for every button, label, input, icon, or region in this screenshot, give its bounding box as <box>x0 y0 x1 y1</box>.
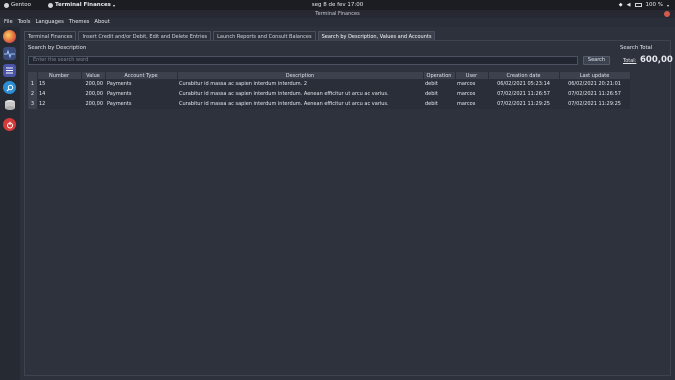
row-index: 2 <box>28 89 37 99</box>
main-area: Terminal Finances Insert Credit and/or D… <box>20 27 675 380</box>
column-header-operation[interactable]: Operation <box>423 72 456 79</box>
cell-last-update: 06/02/2021 20:21:01 <box>559 79 630 89</box>
table-row[interactable]: 3 12 200,00 Payments Curabitur id massa … <box>28 99 630 109</box>
tab-bar: Terminal Finances Insert Credit and/or D… <box>24 31 436 40</box>
left-dock <box>0 27 20 380</box>
cell-account-type: Payments <box>105 79 177 89</box>
cell-value: 200,00 <box>81 89 105 99</box>
chevron-down-icon: ▾ <box>666 2 669 8</box>
gentoo-logo-icon <box>4 2 9 8</box>
cell-description: Curabitur id massa ac sapien interdum in… <box>177 79 423 89</box>
cell-number: 12 <box>37 99 81 109</box>
power-icon[interactable] <box>3 118 16 131</box>
app-icon <box>48 2 53 8</box>
cell-user: marcos <box>455 79 488 89</box>
cell-last-update: 07/02/2021 11:26:57 <box>559 89 630 99</box>
total-label: Total: <box>623 58 637 64</box>
row-index: 3 <box>28 99 37 109</box>
row-number-header <box>28 72 38 79</box>
network-icon: ◆ <box>618 2 623 8</box>
window-titlebar: Terminal Finances <box>0 10 675 18</box>
column-header-user[interactable]: User <box>455 72 489 79</box>
search-total-title: Search Total <box>620 45 653 51</box>
column-header-number[interactable]: Number <box>37 72 82 79</box>
column-header-last-update[interactable]: Last update <box>559 72 631 79</box>
volume-icon: ◀ <box>626 2 631 8</box>
cell-user: marcos <box>455 89 488 99</box>
system-top-bar: Gentoo Terminal Finances ▾ seg 8 de fev … <box>0 0 675 10</box>
total-value: 600,00 <box>640 55 673 65</box>
menu-tools[interactable]: Tools <box>18 18 31 27</box>
cell-creation-date: 07/02/2021 11:29:25 <box>488 99 559 109</box>
cell-value: 200,00 <box>81 99 105 109</box>
cell-value: 200,00 <box>81 79 105 89</box>
row-index: 1 <box>28 79 37 89</box>
cell-last-update: 07/02/2021 11:29:25 <box>559 99 630 109</box>
table-row[interactable]: 2 14 200,00 Payments Curabitur id massa … <box>28 89 630 99</box>
cell-number: 15 <box>37 79 81 89</box>
menu-languages[interactable]: Languages <box>35 18 63 27</box>
tab-terminal-finances[interactable]: Terminal Finances <box>24 31 77 40</box>
battery-level: 100 % <box>645 2 663 8</box>
battery-icon <box>634 3 642 7</box>
cell-operation: debit <box>423 79 455 89</box>
activities-button[interactable]: Gentoo <box>4 2 31 8</box>
column-header-description[interactable]: Description <box>177 72 424 79</box>
menu-about[interactable]: About <box>94 18 109 27</box>
column-header-value[interactable]: Value <box>81 72 106 79</box>
cell-account-type: Payments <box>105 99 177 109</box>
transactions-icon[interactable] <box>3 47 16 60</box>
menu-file[interactable]: File <box>4 18 13 27</box>
column-header-creation-date[interactable]: Creation date <box>488 72 560 79</box>
cell-creation-date: 06/02/2021 05:23:14 <box>488 79 559 89</box>
tab-insert-entries[interactable]: Insert Credit and/or Debit, Edit and Del… <box>78 31 212 40</box>
activities-label: Gentoo <box>11 2 32 8</box>
menu-bar: File Tools Languages Themes About <box>0 18 675 27</box>
tab-search[interactable]: Search by Description, Values and Accoun… <box>317 31 436 40</box>
column-header-account-type[interactable]: Account Type <box>105 72 178 79</box>
cell-user: marcos <box>455 99 488 109</box>
finances-app-icon[interactable] <box>3 30 16 43</box>
cell-number: 14 <box>37 89 81 99</box>
cell-description: Curabitur id massa ac sapien interdum in… <box>177 99 423 109</box>
search-icon[interactable] <box>3 81 16 94</box>
table-header: Number Value Account Type Description Op… <box>28 72 631 79</box>
cell-description: Curabitur id massa ac sapien interdum in… <box>177 89 423 99</box>
results-table: Number Value Account Type Description Op… <box>28 72 631 109</box>
search-button[interactable]: Search <box>583 56 610 65</box>
menu-themes[interactable]: Themes <box>69 18 90 27</box>
search-label: Search by Description <box>28 45 87 51</box>
database-icon[interactable] <box>3 98 16 111</box>
app-menu[interactable]: Terminal Finances ▾ <box>48 2 115 8</box>
cell-account-type: Payments <box>105 89 177 99</box>
tab-reports-balances[interactable]: Launch Reports and Consult Balances <box>213 31 316 40</box>
cell-creation-date: 07/02/2021 11:26:57 <box>488 89 559 99</box>
system-tray[interactable]: ◆ ◀ 100 % ▾ <box>619 2 669 8</box>
cell-operation: debit <box>423 89 455 99</box>
app-name: Terminal Finances <box>55 2 111 8</box>
table-row[interactable]: 1 15 200,00 Payments Curabitur id massa … <box>28 79 630 89</box>
reports-icon[interactable] <box>3 64 16 77</box>
cell-operation: debit <box>423 99 455 109</box>
clock[interactable]: seg 8 de fev 17:00 <box>312 2 364 8</box>
chevron-down-icon: ▾ <box>112 2 115 8</box>
close-icon[interactable] <box>664 11 670 17</box>
search-input[interactable]: Enter the search word <box>28 56 578 65</box>
search-panel: Search by Description Enter the search w… <box>24 40 673 376</box>
window-title: Terminal Finances <box>315 11 360 17</box>
